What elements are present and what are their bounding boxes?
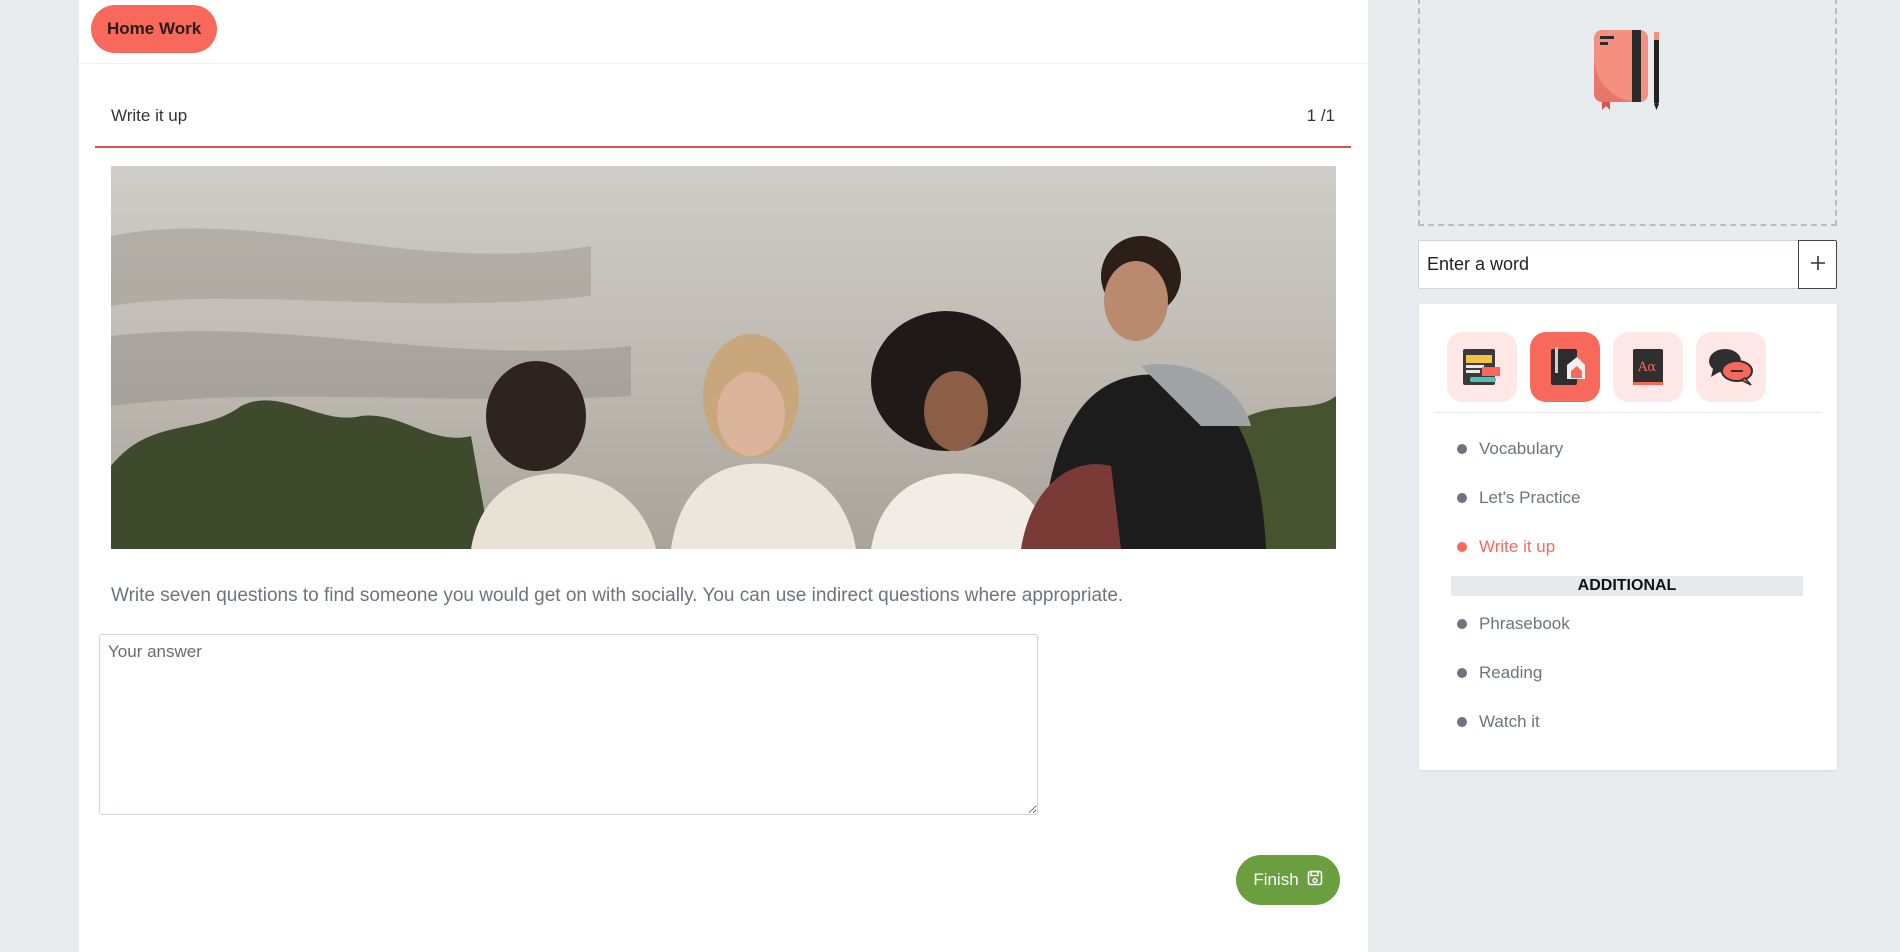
word-entry-row [1418, 240, 1837, 289]
nav-item-label: Phrasebook [1479, 613, 1570, 633]
nav-item-vocabulary[interactable]: Vocabulary [1457, 424, 1817, 473]
answer-textarea[interactable] [99, 634, 1038, 815]
nav-item-phrasebook[interactable]: Phrasebook [1457, 599, 1817, 648]
nav-item-label: Let's Practice [1479, 487, 1581, 507]
finish-label: Finish [1253, 870, 1299, 889]
notebook-icon [1588, 26, 1668, 115]
homework-icon[interactable] [1530, 332, 1600, 402]
menu-divider [1435, 412, 1821, 413]
nav-item-reading[interactable]: Reading [1457, 648, 1817, 697]
nav-item-label: Vocabulary [1479, 438, 1564, 458]
hero-photo [111, 166, 1336, 549]
section-title: Write it up [111, 106, 188, 125]
nav-item-label: Watch it [1479, 711, 1540, 731]
header-divider [79, 63, 1368, 64]
notebook-dropzone[interactable] [1418, 0, 1837, 226]
word-input[interactable] [1418, 240, 1798, 289]
svg-text:Aα: Aα [1637, 360, 1656, 375]
bullet-dot [1457, 541, 1467, 552]
bullet-dot [1457, 667, 1467, 678]
plus-icon [1809, 254, 1827, 275]
nav-item-watch-it[interactable]: Watch it [1457, 697, 1817, 746]
add-word-button[interactable] [1798, 240, 1837, 289]
nav-item-write-it-up[interactable]: Write it up [1457, 522, 1817, 571]
bullet-dot [1457, 492, 1467, 503]
additional-heading: ADDITIONAL [1451, 576, 1803, 596]
nav-item-lets-practice[interactable]: Let's Practice [1457, 473, 1817, 522]
lesson-icon-row: Aα [1447, 332, 1766, 402]
vocabulary-icon[interactable] [1447, 332, 1517, 402]
main-panel: Home Work Write it up 1 /1 Write seven q… [79, 0, 1368, 952]
save-icon [1307, 870, 1323, 891]
bullet-dot [1457, 443, 1467, 454]
finish-button[interactable]: Finish [1236, 855, 1340, 905]
bullet-dot [1457, 716, 1467, 727]
bullet-dot [1457, 618, 1467, 629]
speech-bubble-icon[interactable] [1696, 332, 1766, 402]
lesson-nav-list: Vocabulary Let's Practice Write it up AD… [1451, 424, 1817, 746]
section-header: Write it up 1 /1 [95, 92, 1351, 148]
home-work-badge[interactable]: Home Work [91, 5, 218, 53]
dictionary-icon[interactable]: Aα [1613, 332, 1683, 402]
nav-item-label: Reading [1479, 662, 1543, 682]
section-counter: 1 /1 [1306, 106, 1335, 125]
nav-item-label: Write it up [1479, 536, 1556, 556]
task-instruction: Write seven questions to find someone yo… [111, 585, 1124, 606]
lesson-menu: Aα Vocabulary Let's Practice Write it up [1419, 304, 1837, 770]
